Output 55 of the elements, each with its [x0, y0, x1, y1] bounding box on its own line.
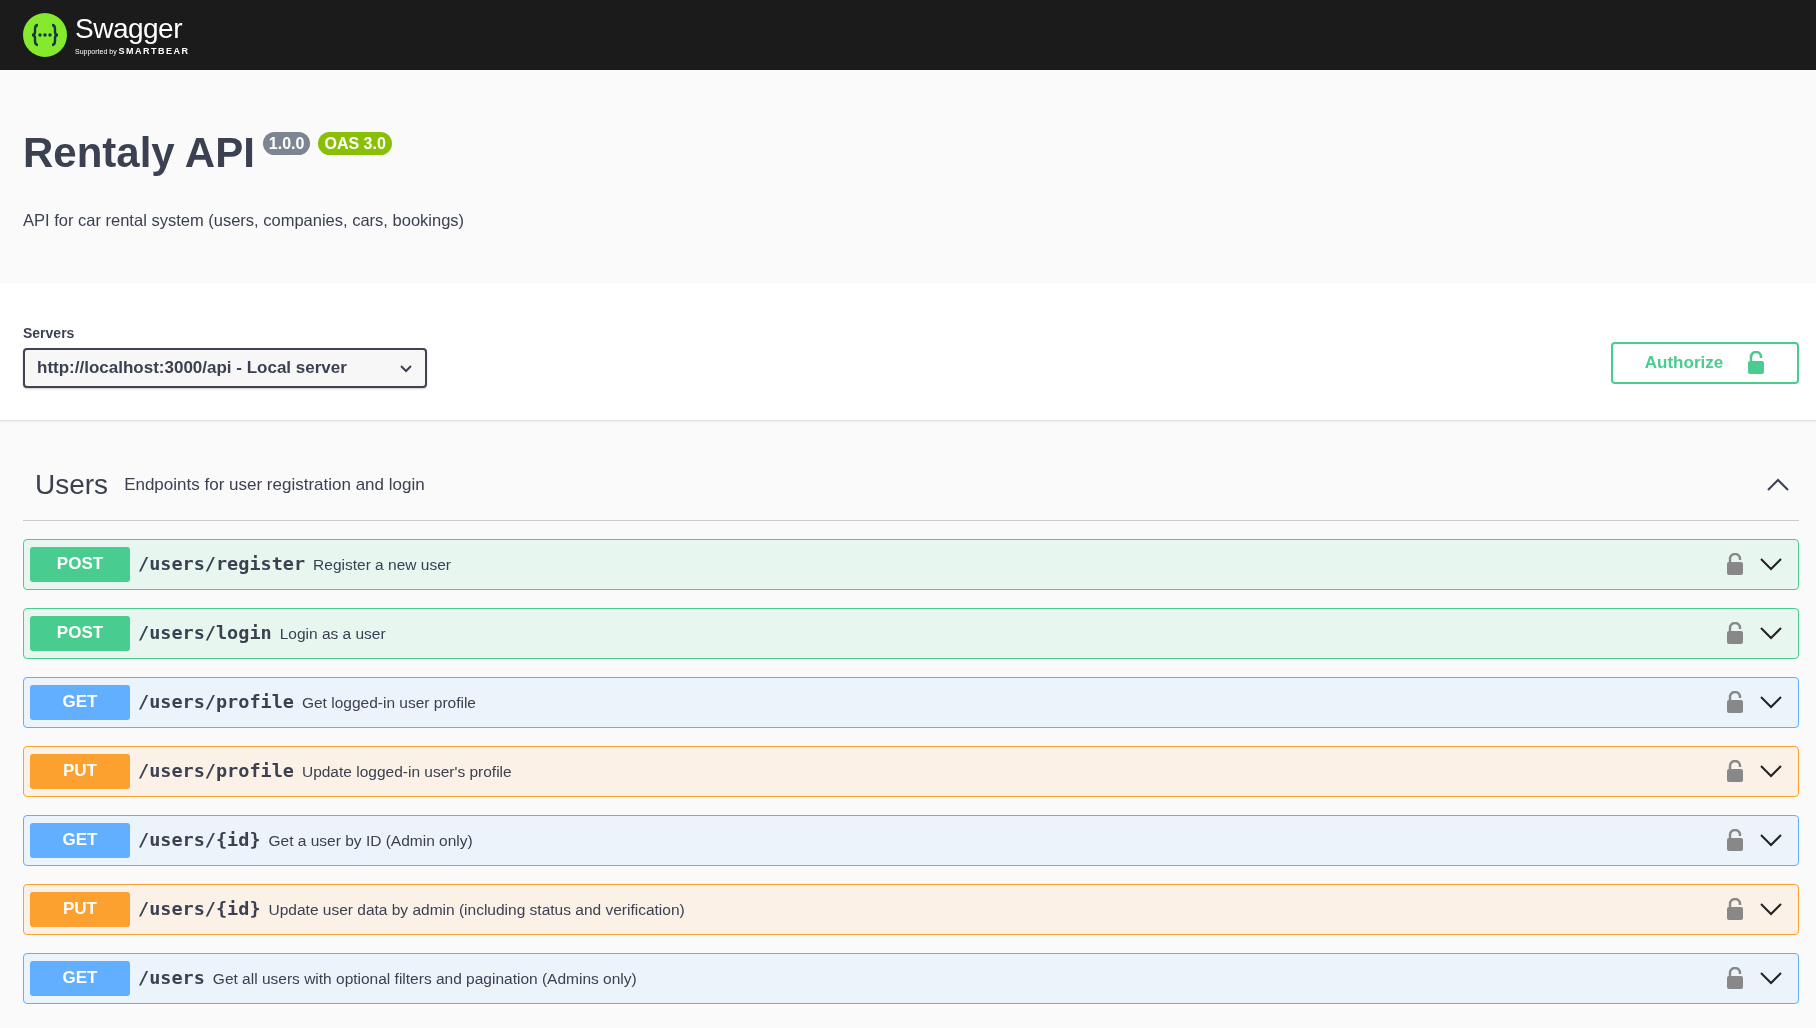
- endpoint-row[interactable]: GET /users/profile Get logged-in user profile: [23, 676, 1799, 728]
- endpoint-row[interactable]: POST /users/register Register a new user: [23, 538, 1799, 590]
- tag-description: Endpoints for user registration and login: [124, 473, 426, 496]
- tag-name: Users: [35, 467, 109, 502]
- endpoint-path: /users/{id}: [138, 897, 261, 922]
- unlocked-padlock-icon: [1747, 350, 1766, 375]
- caret-icon: [399, 362, 413, 373]
- brand-name: Swagger: [75, 14, 183, 43]
- endpoint-summary: Get all users with optional filters and pagination (Admins only): [212, 968, 638, 989]
- method-label: POST: [30, 546, 130, 582]
- server-select[interactable]: http://localhost:3000/api - Local server: [23, 348, 427, 388]
- method-label: POST: [30, 615, 130, 651]
- endpoint-row[interactable]: GET /users/{id} Get a user by ID (Admin only): [23, 814, 1799, 866]
- endpoint-summary: Register a new user: [313, 554, 452, 575]
- method-label: GET: [30, 684, 130, 720]
- expand-chevron-icon[interactable]: [1760, 626, 1782, 640]
- method-label: GET: [30, 960, 130, 996]
- endpoint-path: /users/register: [138, 552, 306, 577]
- endpoint-summary: Get a user by ID (Admin only): [268, 830, 474, 851]
- endpoint-path: /users/{id}: [138, 828, 261, 853]
- expand-chevron-icon[interactable]: [1760, 557, 1782, 571]
- endpoint-row[interactable]: PUT /users/profile Update logged-in user's profile: [23, 745, 1799, 797]
- spec-badge: OAS 3.0: [318, 132, 392, 156]
- endpoint-summary: Update logged-in user's profile: [301, 761, 513, 782]
- endpoint-summary: Login as a user: [279, 623, 387, 644]
- unlocked-padlock-icon[interactable]: [1726, 690, 1744, 714]
- unlocked-padlock-icon[interactable]: [1726, 552, 1744, 576]
- method-label: PUT: [30, 891, 130, 927]
- unlocked-padlock-icon[interactable]: [1726, 966, 1744, 990]
- unlocked-padlock-icon[interactable]: [1726, 621, 1744, 645]
- expand-chevron-icon[interactable]: [1760, 764, 1782, 778]
- unlocked-padlock-icon[interactable]: [1726, 897, 1744, 921]
- endpoint-path: /users/profile: [138, 759, 294, 784]
- endpoint-summary: Get logged-in user profile: [301, 692, 477, 713]
- unlocked-padlock-icon[interactable]: [1726, 828, 1744, 852]
- method-label: PUT: [30, 753, 130, 789]
- endpoint-summary: Update user data by admin (including status and verification): [268, 899, 686, 920]
- expand-chevron-icon[interactable]: [1760, 971, 1782, 985]
- method-label: GET: [30, 822, 130, 858]
- endpoint-path: /users: [138, 966, 205, 991]
- endpoint-row[interactable]: POST /users/login Login as a user: [23, 607, 1799, 659]
- logo-icon: [23, 13, 67, 57]
- api-description: API for car rental system (users, companies, cars, bookings): [23, 210, 466, 232]
- expand-chevron-icon[interactable]: [1760, 833, 1782, 847]
- endpoint-row[interactable]: PUT /users/{id} Update user data by admin (including status and verification): [23, 883, 1799, 935]
- servers-label: Servers: [23, 324, 76, 344]
- endpoint-path: /users/profile: [138, 690, 294, 715]
- endpoint-path: /users/login: [138, 621, 272, 646]
- unlocked-padlock-icon[interactable]: [1726, 759, 1744, 783]
- endpoint-row[interactable]: GET /users Get all users with optional filters and pagination (Admins only): [23, 952, 1799, 1004]
- collapse-chevron-icon[interactable]: [1767, 477, 1789, 492]
- version-badge: 1.0.0: [262, 132, 311, 156]
- api-title: Rentaly API: [23, 128, 255, 178]
- expand-chevron-icon[interactable]: [1760, 695, 1782, 709]
- expand-chevron-icon[interactable]: [1760, 902, 1782, 916]
